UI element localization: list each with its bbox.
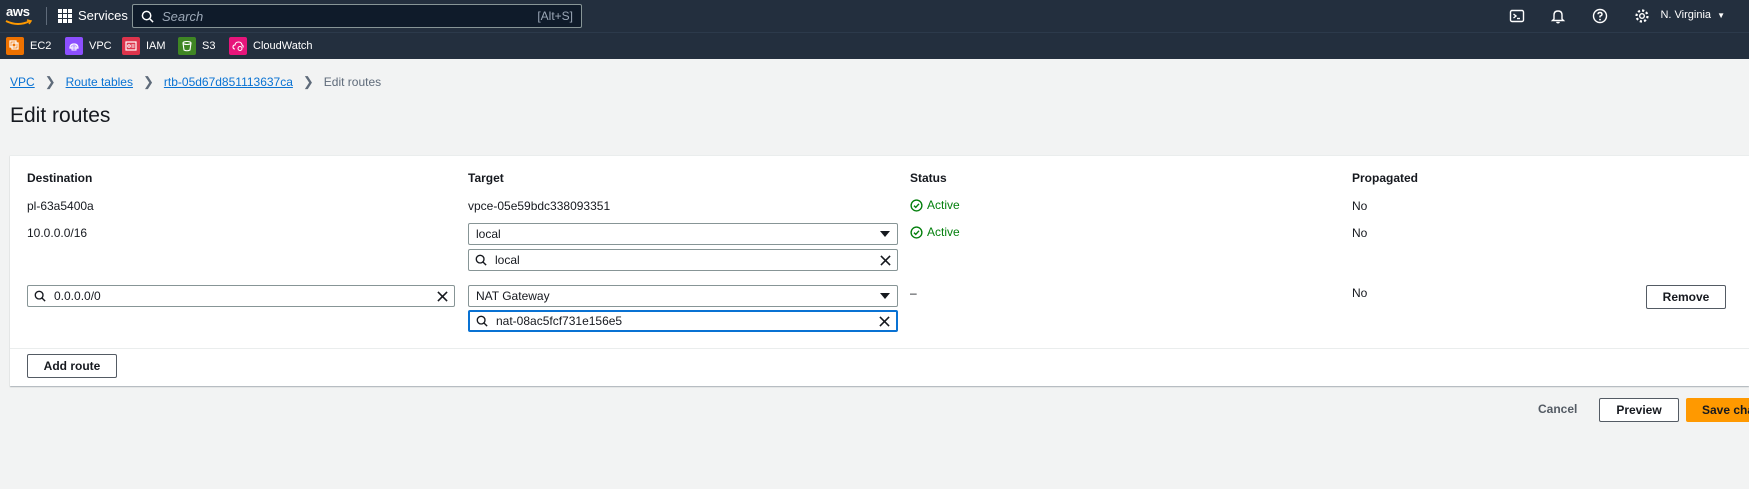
column-header-destination: Destination <box>27 171 93 185</box>
add-route-button[interactable]: Add route <box>27 354 117 378</box>
region-selector[interactable]: N. Virginia ▼ <box>1660 9 1725 21</box>
chevron-right-icon: ❯ <box>142 74 154 89</box>
status-text: Active <box>927 225 960 239</box>
divider <box>10 348 1749 349</box>
nav-divider <box>46 7 47 25</box>
favorite-label: VPC <box>89 40 112 52</box>
top-navigation: aws Services Search [Alt+S] N. Virginia … <box>0 0 1749 32</box>
column-header-status: Status <box>910 171 947 185</box>
favorite-iam[interactable]: IAM <box>122 37 166 55</box>
cloudwatch-icon <box>229 37 247 55</box>
preview-button[interactable]: Preview <box>1599 398 1679 422</box>
caret-down-icon <box>880 293 890 299</box>
favorite-cloudwatch[interactable]: CloudWatch <box>229 37 313 55</box>
destination-input[interactable]: 0.0.0.0/0 <box>27 285 455 307</box>
breadcrumb-vpc-link[interactable]: VPC <box>10 75 35 89</box>
favorite-label: EC2 <box>30 40 52 52</box>
target-type-value: local <box>476 227 501 241</box>
target-search-value: local <box>495 253 520 267</box>
clear-icon[interactable] <box>880 254 891 266</box>
routes-panel: Destination Target Status Propagated pl-… <box>10 155 1749 386</box>
breadcrumb: VPC ❯ Route tables ❯ rtb-05d67d851113637… <box>10 74 381 90</box>
search-icon <box>476 315 488 327</box>
route-target: vpce-05e59bdc338093351 <box>468 199 611 213</box>
aws-logo[interactable]: aws <box>4 4 38 28</box>
target-type-value: NAT Gateway <box>476 289 550 303</box>
destination-value: 0.0.0.0/0 <box>54 289 101 303</box>
search-placeholder: Search <box>162 8 204 24</box>
search-icon <box>34 290 46 302</box>
route-status: Active <box>910 225 960 239</box>
column-header-target: Target <box>468 171 504 185</box>
help-icon[interactable] <box>1592 8 1608 24</box>
route-destination: pl-63a5400a <box>27 199 94 213</box>
route-status: Active <box>910 198 960 212</box>
search-shortcut: [Alt+S] <box>537 9 573 23</box>
cloudshell-icon[interactable] <box>1509 8 1525 24</box>
favorites-bar: EC2 VPC IAM S3 CloudWatch <box>0 32 1749 59</box>
favorite-label: S3 <box>202 40 216 52</box>
route-status: – <box>910 286 917 300</box>
status-text: Active <box>927 198 960 212</box>
route-propagated: No <box>1352 199 1368 213</box>
global-search-input[interactable]: Search [Alt+S] <box>132 4 582 28</box>
remove-route-button[interactable]: Remove <box>1646 285 1726 309</box>
favorite-ec2[interactable]: EC2 <box>6 37 51 55</box>
grid-icon <box>58 8 72 23</box>
favorite-label: CloudWatch <box>253 40 313 52</box>
clear-icon[interactable] <box>437 290 448 302</box>
vpc-icon <box>65 37 83 55</box>
region-label: N. Virginia <box>1660 9 1712 21</box>
aws-logo-text: aws <box>6 4 30 19</box>
status-positive-icon <box>910 198 923 212</box>
search-icon <box>475 254 487 266</box>
favorite-vpc[interactable]: VPC <box>65 37 112 55</box>
route-destination: 10.0.0.0/16 <box>27 226 88 240</box>
ec2-icon <box>6 37 24 55</box>
column-header-propagated: Propagated <box>1352 171 1419 185</box>
favorite-s3[interactable]: S3 <box>178 37 215 55</box>
clear-icon[interactable] <box>879 315 890 327</box>
services-menu-button[interactable]: Services <box>58 8 128 23</box>
target-search-input[interactable]: local <box>468 249 898 271</box>
route-propagated: No <box>1352 226 1368 240</box>
route-propagated: No <box>1352 286 1368 300</box>
chevron-right-icon: ❯ <box>302 74 314 89</box>
bell-icon[interactable] <box>1550 8 1566 24</box>
aws-smile-icon <box>5 19 33 25</box>
s3-icon <box>178 37 196 55</box>
target-type-select[interactable]: NAT Gateway <box>468 285 898 307</box>
status-positive-icon <box>910 225 923 239</box>
page-title: Edit routes <box>10 104 111 127</box>
gear-icon[interactable] <box>1634 8 1650 24</box>
target-type-select[interactable]: local <box>468 223 898 245</box>
cancel-button[interactable]: Cancel <box>1538 402 1577 416</box>
search-icon <box>141 10 154 23</box>
breadcrumb-route-tables-link[interactable]: Route tables <box>66 75 133 89</box>
region-caret-icon: ▼ <box>1717 11 1725 20</box>
save-changes-button[interactable]: Save changes <box>1686 398 1749 422</box>
target-search-input[interactable]: nat-08ac5fcf731e156e5 <box>468 310 898 332</box>
caret-down-icon <box>880 231 890 237</box>
services-label: Services <box>78 8 128 23</box>
favorite-label: IAM <box>146 40 166 52</box>
breadcrumb-route-table-id-link[interactable]: rtb-05d67d851113637ca <box>164 75 293 89</box>
iam-icon <box>122 37 140 55</box>
target-search-value: nat-08ac5fcf731e156e5 <box>496 314 623 328</box>
chevron-right-icon: ❯ <box>44 74 56 89</box>
breadcrumb-current: Edit routes <box>323 75 382 89</box>
